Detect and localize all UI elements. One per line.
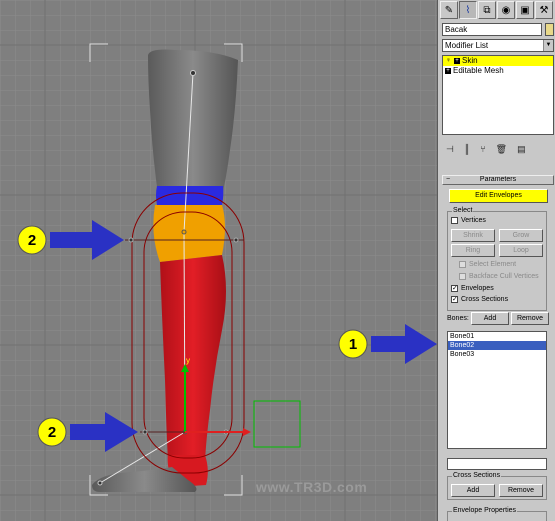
backface-cull-checkbox[interactable]: Backface Cull Vertices — [459, 273, 539, 280]
create-tab[interactable]: ✎ — [440, 1, 458, 19]
display-tab[interactable]: ▣ — [516, 1, 534, 19]
loop-button[interactable]: Loop — [499, 244, 543, 257]
expand-icon[interactable]: + — [454, 58, 460, 64]
callout-number: 2 — [28, 232, 36, 249]
command-panel: ✎ ⌇ ⧉ ◉ ▣ ⚒ Bacak Modifier List ▼ ♀ + Sk… — [437, 0, 555, 521]
stack-item-editable-mesh[interactable]: + Editable Mesh — [443, 66, 553, 76]
checkbox-label: Envelopes — [461, 285, 494, 292]
hierarchy-icon: ⧉ — [483, 4, 491, 16]
modifier-list-label: Modifier List — [445, 41, 489, 50]
stack-item-label: Skin — [462, 56, 478, 65]
lightbulb-icon[interactable]: ♀ — [445, 56, 452, 66]
cross-sections-checkbox[interactable]: ✓ Cross Sections — [451, 296, 508, 303]
envelope-properties-group: Envelope Properties — [447, 507, 547, 521]
group-label: Envelope Properties — [452, 507, 518, 515]
vertices-checkbox[interactable]: Vertices — [451, 217, 486, 224]
ring-button[interactable]: Ring — [451, 244, 495, 257]
envelopes-checkbox[interactable]: ✓ Envelopes — [451, 285, 494, 292]
cross-section-add-button[interactable]: Add — [451, 484, 495, 497]
expand-icon[interactable]: + — [445, 68, 451, 74]
pin-stack-icon[interactable]: ⊣ — [446, 144, 454, 155]
bone-list-item[interactable]: Bone03 — [448, 350, 546, 359]
checkbox-label: Select Element — [469, 261, 517, 268]
add-bone-button[interactable]: Add — [471, 312, 509, 325]
modifier-stack[interactable]: ♀ + Skin + Editable Mesh — [442, 55, 554, 135]
show-end-result-icon[interactable]: ║ — [464, 144, 470, 154]
cross-section-remove-button[interactable]: Remove — [499, 484, 543, 497]
object-color-swatch[interactable] — [545, 23, 554, 36]
group-label: Cross Sections — [452, 472, 502, 480]
modify-tab[interactable]: ⌇ — [459, 1, 477, 19]
callout-number: 1 — [349, 336, 357, 353]
stack-toolbar: ⊣ ║ ⑂ 🗑 ▤ — [442, 141, 554, 157]
viewport-canvas[interactable]: y 2 2 1 — [0, 0, 437, 521]
checkbox-box: ✓ — [451, 296, 458, 303]
checkbox-label: Cross Sections — [461, 296, 509, 303]
utilities-icon: ⚒ — [539, 4, 549, 16]
stack-item-label: Editable Mesh — [453, 66, 504, 75]
object-name-field[interactable]: Bacak — [442, 23, 542, 36]
group-label: Select — [452, 207, 474, 215]
checkbox-box — [451, 217, 458, 224]
bone-list-item[interactable]: Bone01 — [448, 332, 546, 341]
checkbox-box — [459, 261, 466, 268]
panel-tabs: ✎ ⌇ ⧉ ◉ ▣ ⚒ — [440, 1, 554, 19]
edit-envelopes-button[interactable]: Edit Envelopes — [449, 189, 548, 203]
remove-bone-button[interactable]: Remove — [511, 312, 549, 325]
bones-label: Bones: — [447, 315, 469, 322]
create-icon: ✎ — [444, 4, 454, 16]
utilities-tab[interactable]: ⚒ — [535, 1, 553, 19]
viewport-perspective[interactable]: y 2 2 1 www.TR3D.com — [0, 0, 437, 521]
hierarchy-tab[interactable]: ⧉ — [478, 1, 496, 19]
callout-number: 2 — [48, 424, 56, 441]
grow-button[interactable]: Grow — [499, 229, 543, 242]
checkbox-box — [459, 273, 466, 280]
motion-icon: ◉ — [501, 4, 511, 16]
modify-icon: ⌇ — [465, 4, 471, 16]
checkbox-box: ✓ — [451, 285, 458, 292]
select-element-checkbox[interactable]: Select Element — [459, 261, 516, 268]
motion-tab[interactable]: ◉ — [497, 1, 515, 19]
bones-list[interactable]: Bone01 Bone02 Bone03 — [447, 331, 547, 449]
stack-item-skin[interactable]: ♀ + Skin — [443, 56, 553, 66]
collapse-icon: − — [446, 176, 451, 183]
display-icon: ▣ — [520, 4, 530, 16]
shrink-button[interactable]: Shrink — [451, 229, 495, 242]
chevron-down-icon: ▼ — [543, 40, 553, 51]
bone-name-field[interactable] — [447, 458, 547, 470]
configure-sets-icon[interactable]: ▤ — [517, 144, 526, 155]
modifier-list-dropdown[interactable]: Modifier List ▼ — [442, 39, 554, 52]
remove-modifier-icon[interactable]: 🗑 — [496, 144, 507, 155]
rollout-title: Parameters — [479, 176, 517, 183]
watermark: www.TR3D.com — [256, 479, 368, 495]
make-unique-icon[interactable]: ⑂ — [480, 144, 485, 154]
checkbox-label: Vertices — [461, 217, 486, 224]
checkbox-label: Backface Cull Vertices — [469, 273, 539, 280]
bone-list-item-selected[interactable]: Bone02 — [448, 341, 546, 350]
parameters-rollout-header[interactable]: − Parameters — [442, 175, 554, 185]
gizmo-y-label: y — [186, 356, 190, 365]
